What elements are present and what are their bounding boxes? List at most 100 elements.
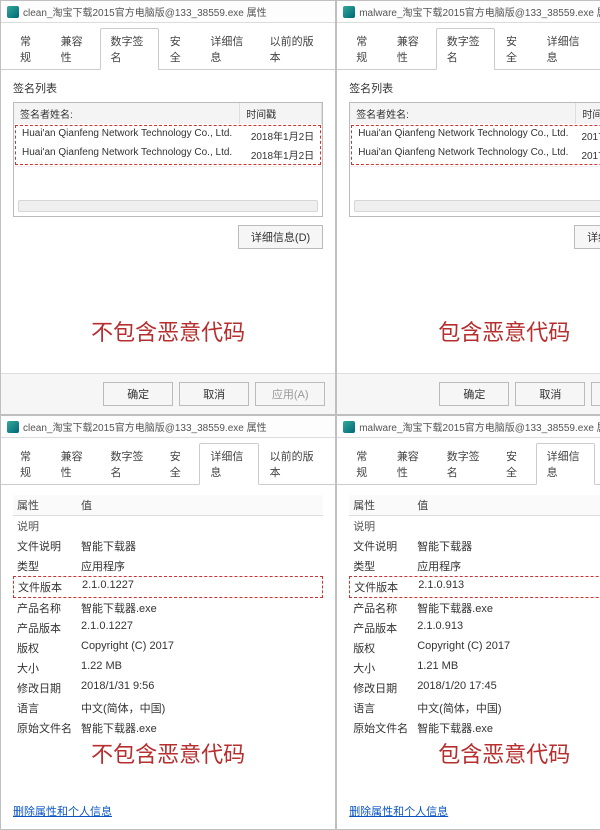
property-row-language[interactable]: 语言中文(简体，中国) — [13, 698, 323, 718]
ok-button[interactable]: 确定 — [439, 382, 509, 406]
app-icon — [343, 6, 355, 18]
dialog-button-bar: 确定 取消 应用(A) — [1, 373, 335, 414]
tab-details[interactable]: 详细信息 — [536, 443, 595, 485]
window-title: malware_淘宝下载2015官方电脑版@133_38559.exe 属性 — [359, 4, 600, 19]
tab-strip: 常规 兼容性 数字签名 安全 详细信息 以前的版本 — [1, 438, 335, 485]
signature-row[interactable]: Huai'an Qianfeng Network Technology Co.,… — [16, 145, 320, 164]
tab-strip: 常规 兼容性 数字签名 安全 详细信息 以前的版本 — [337, 23, 600, 70]
tab-compat[interactable]: 兼容性 — [386, 28, 436, 70]
titlebar: clean_淘宝下载2015官方电脑版@133_38559.exe 属性 — [1, 1, 335, 23]
signature-row[interactable]: Huai'an Qianfeng Network Technology Co.,… — [352, 145, 600, 164]
property-row-product-name[interactable]: 产品名称智能下载器.exe — [13, 598, 323, 618]
tab-signatures[interactable]: 数字签名 — [436, 28, 495, 70]
signature-row[interactable]: Huai'an Qianfeng Network Technology Co.,… — [16, 126, 320, 145]
property-row-type[interactable]: 类型应用程序 — [349, 556, 600, 576]
col-timestamp: 时间戳 — [576, 103, 600, 124]
signature-table: 签名者姓名: 时间戳 Huai'an Qianfeng Network Tech… — [13, 102, 323, 217]
dialog-malware-signatures: malware_淘宝下载2015官方电脑版@133_38559.exe 属性 常… — [336, 0, 600, 415]
dialog-malware-details: malware_淘宝下载2015官方电脑版@133_38559.exe 属性 常… — [336, 415, 600, 830]
col-signer: 签名者姓名: — [14, 103, 240, 124]
property-row-original-name[interactable]: 原始文件名智能下载器.exe — [13, 718, 323, 738]
window-title: malware_淘宝下载2015官方电脑版@133_38559.exe 属性 — [359, 419, 600, 434]
tab-previous[interactable]: 以前的版本 — [595, 28, 600, 70]
dialog-clean-details: clean_淘宝下载2015官方电脑版@133_38559.exe 属性 常规 … — [0, 415, 336, 830]
signature-scroll-area[interactable] — [350, 166, 600, 216]
col-value: 值 — [417, 497, 600, 513]
property-row-modified[interactable]: 修改日期2018/1/20 17:45 — [349, 678, 600, 698]
annotation-clean: 不包含恶意代码 — [1, 315, 335, 347]
property-row-size[interactable]: 大小1.21 MB — [349, 658, 600, 678]
tab-general[interactable]: 常规 — [345, 28, 386, 70]
col-property: 属性 — [349, 497, 417, 513]
tab-general[interactable]: 常规 — [345, 443, 386, 485]
property-row-original-name[interactable]: 原始文件名智能下载器.exe — [349, 718, 600, 738]
col-value: 值 — [81, 497, 323, 513]
col-timestamp: 时间戳 — [240, 103, 322, 124]
col-property: 属性 — [13, 497, 81, 513]
signature-scroll-area[interactable] — [14, 166, 322, 216]
signer-name: Huai'an Qianfeng Network Technology Co.,… — [352, 145, 574, 164]
tab-compat[interactable]: 兼容性 — [50, 28, 100, 70]
details-button[interactable]: 详细信息(D) — [574, 225, 600, 249]
tab-signatures[interactable]: 数字签名 — [436, 443, 495, 485]
signature-table-header: 签名者姓名: 时间戳 — [14, 103, 322, 124]
signer-time: 2018年1月2日 — [238, 126, 320, 145]
apply-button[interactable]: 应用(A) — [255, 382, 325, 406]
tab-signatures[interactable]: 数字签名 — [100, 443, 159, 485]
property-row-product-name[interactable]: 产品名称智能下载器.exe — [349, 598, 600, 618]
property-row-copyright[interactable]: 版权Copyright (C) 2017 — [13, 638, 323, 658]
property-row-modified[interactable]: 修改日期2018/1/31 9:56 — [13, 678, 323, 698]
tab-strip: 常规 兼容性 数字签名 安全 详细信息 以前的版本 — [1, 23, 335, 70]
dialog-button-bar: 确定 取消 应用(A) — [337, 373, 600, 414]
tab-security[interactable]: 安全 — [495, 28, 536, 70]
window-title: clean_淘宝下载2015官方电脑版@133_38559.exe 属性 — [23, 4, 267, 19]
property-row-type[interactable]: 类型应用程序 — [13, 556, 323, 576]
property-row-product-version[interactable]: 产品版本2.1.0.1227 — [13, 618, 323, 638]
property-row-copyright[interactable]: 版权Copyright (C) 2017 — [349, 638, 600, 658]
signature-row[interactable]: Huai'an Qianfeng Network Technology Co.,… — [352, 126, 600, 145]
tab-details[interactable]: 详细信息 — [199, 28, 258, 70]
tab-body-details: 属性 值 说明 文件说明智能下载器 类型应用程序 文件版本2.1.0.913 产… — [337, 485, 600, 829]
tab-previous[interactable]: 以前的版本 — [259, 28, 328, 70]
tab-details[interactable]: 详细信息 — [199, 443, 258, 485]
tab-general[interactable]: 常规 — [9, 28, 50, 70]
tab-body-signatures: 签名列表 签名者姓名: 时间戳 Huai'an Qianfeng Network… — [337, 70, 600, 373]
tab-signatures[interactable]: 数字签名 — [100, 28, 159, 70]
col-signer: 签名者姓名: — [350, 103, 576, 124]
tab-previous[interactable]: 以前的版本 — [595, 443, 600, 485]
dialog-clean-signatures: clean_淘宝下载2015官方电脑版@133_38559.exe 属性 常规 … — [0, 0, 336, 415]
property-row-product-version[interactable]: 产品版本2.1.0.913 — [349, 618, 600, 638]
tab-security[interactable]: 安全 — [495, 443, 536, 485]
property-row-language[interactable]: 语言中文(简体，中国) — [349, 698, 600, 718]
window-title: clean_淘宝下载2015官方电脑版@133_38559.exe 属性 — [23, 419, 267, 434]
property-list: 说明 文件说明智能下载器 类型应用程序 文件版本2.1.0.1227 产品名称智… — [13, 516, 323, 738]
tab-security[interactable]: 安全 — [159, 28, 200, 70]
tab-general[interactable]: 常规 — [9, 443, 50, 485]
tab-compat[interactable]: 兼容性 — [50, 443, 100, 485]
tab-security[interactable]: 安全 — [159, 443, 200, 485]
signer-time: 2017年9月13日 — [574, 145, 600, 164]
tab-details[interactable]: 详细信息 — [536, 28, 595, 70]
tab-compat[interactable]: 兼容性 — [386, 443, 436, 485]
property-row-file-version[interactable]: 文件版本2.1.0.1227 — [13, 576, 323, 598]
property-row-file-version[interactable]: 文件版本2.1.0.913 — [349, 576, 600, 598]
details-button[interactable]: 详细信息(D) — [238, 225, 323, 249]
signer-name: Huai'an Qianfeng Network Technology Co.,… — [352, 126, 574, 145]
cancel-button[interactable]: 取消 — [179, 382, 249, 406]
annotation-clean: 不包含恶意代码 — [1, 737, 335, 769]
property-row-file-desc[interactable]: 文件说明智能下载器 — [349, 536, 600, 556]
signer-name: Huai'an Qianfeng Network Technology Co.,… — [16, 126, 238, 145]
property-row-file-desc[interactable]: 文件说明智能下载器 — [13, 536, 323, 556]
annotation-malware: 包含恶意代码 — [337, 315, 600, 347]
apply-button[interactable]: 应用(A) — [591, 382, 600, 406]
property-row-size[interactable]: 大小1.22 MB — [13, 658, 323, 678]
cancel-button[interactable]: 取消 — [515, 382, 585, 406]
tab-body-details: 属性 值 说明 文件说明智能下载器 类型应用程序 文件版本2.1.0.1227 … — [1, 485, 335, 829]
remove-properties-link[interactable]: 删除属性和个人信息 — [349, 803, 448, 819]
ok-button[interactable]: 确定 — [103, 382, 173, 406]
tab-strip: 常规 兼容性 数字签名 安全 详细信息 以前的版本 — [337, 438, 600, 485]
app-icon — [7, 421, 19, 433]
remove-properties-link[interactable]: 删除属性和个人信息 — [13, 803, 112, 819]
signature-table: 签名者姓名: 时间戳 Huai'an Qianfeng Network Tech… — [349, 102, 600, 217]
tab-previous[interactable]: 以前的版本 — [259, 443, 328, 485]
